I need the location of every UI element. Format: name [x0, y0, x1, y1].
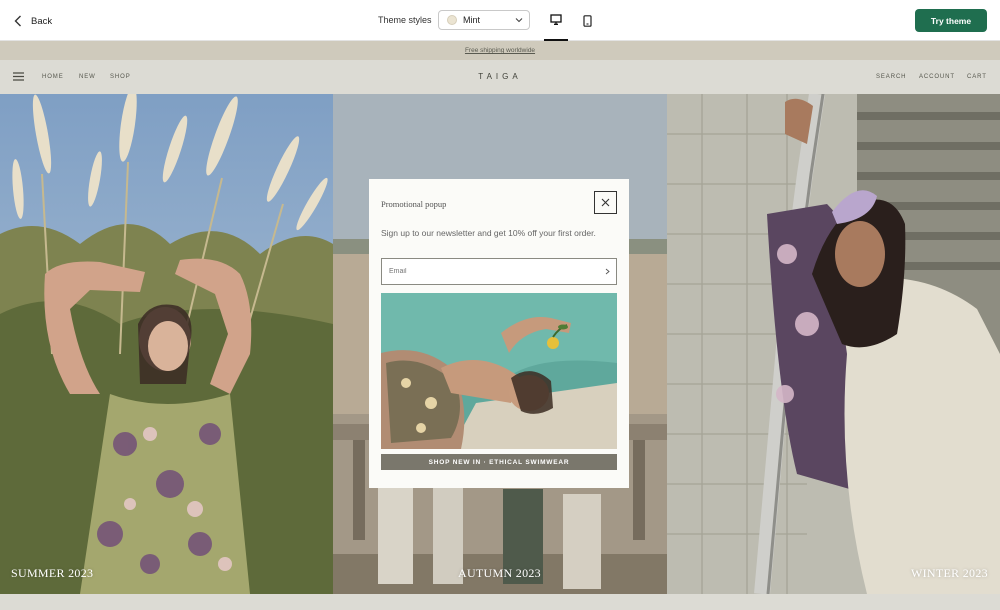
nav-home[interactable]: HOME [42, 74, 64, 80]
summer-caption[interactable]: SUMMER 2023 [11, 566, 93, 581]
promotional-popup: Promotional popup Sign up to our newslet… [369, 179, 629, 488]
popup-text: Sign up to our newsletter and get 10% of… [381, 228, 596, 238]
theme-swatch [447, 15, 457, 25]
back-button[interactable]: Back [14, 11, 52, 31]
free-shipping-link[interactable]: Free shipping worldwide [465, 47, 535, 54]
autumn-caption[interactable]: AUTUMN 2023 [458, 566, 541, 581]
close-icon [601, 198, 610, 207]
chevron-right-icon [605, 268, 610, 275]
swimwear-image [381, 293, 617, 449]
chevron-left-icon [14, 15, 21, 27]
nav-cart[interactable]: CART [967, 74, 987, 80]
nav-search[interactable]: SEARCH [876, 74, 906, 80]
hero-column-winter[interactable]: WINTER 2023 [667, 94, 1000, 594]
popup-title: Promotional popup [381, 199, 447, 209]
theme-style-value: Mint [463, 15, 481, 25]
hamburger-icon[interactable] [13, 72, 24, 81]
theme-styles-label: Theme styles [378, 15, 432, 25]
desktop-view-button[interactable] [544, 0, 568, 41]
store-header: HOME NEW SHOP TAIGA SEARCH ACCOUNT CART [0, 60, 1000, 94]
page-footer-strip [0, 594, 1000, 610]
swimwear-photo [381, 293, 617, 449]
mobile-view-button[interactable] [575, 0, 599, 41]
nav-new[interactable]: NEW [79, 74, 96, 80]
summer-photo [0, 94, 333, 594]
nav-shop[interactable]: SHOP [110, 74, 131, 80]
announcement-bar: Free shipping worldwide [0, 41, 1000, 60]
back-label: Back [31, 15, 53, 27]
preview-toolbar: Back Theme styles Mint Try theme [0, 0, 1000, 41]
chevron-down-icon [515, 18, 523, 23]
popup-close-button[interactable] [594, 191, 617, 214]
winter-photo [667, 94, 1000, 594]
try-theme-button[interactable]: Try theme [915, 9, 987, 32]
email-field[interactable] [381, 258, 617, 285]
store-logo[interactable]: TAIGA [470, 72, 530, 81]
email-submit-button[interactable] [598, 259, 616, 284]
nav-account[interactable]: ACCOUNT [919, 74, 955, 80]
email-input[interactable] [389, 268, 598, 275]
shop-swimwear-button[interactable]: SHOP NEW IN · ETHICAL SWIMWEAR [381, 454, 617, 470]
mobile-icon [582, 14, 592, 27]
theme-style-select[interactable]: Mint [438, 10, 530, 30]
winter-caption[interactable]: WINTER 2023 [911, 566, 988, 581]
desktop-icon [550, 14, 562, 25]
hero-column-summer[interactable]: SUMMER 2023 [0, 94, 333, 594]
